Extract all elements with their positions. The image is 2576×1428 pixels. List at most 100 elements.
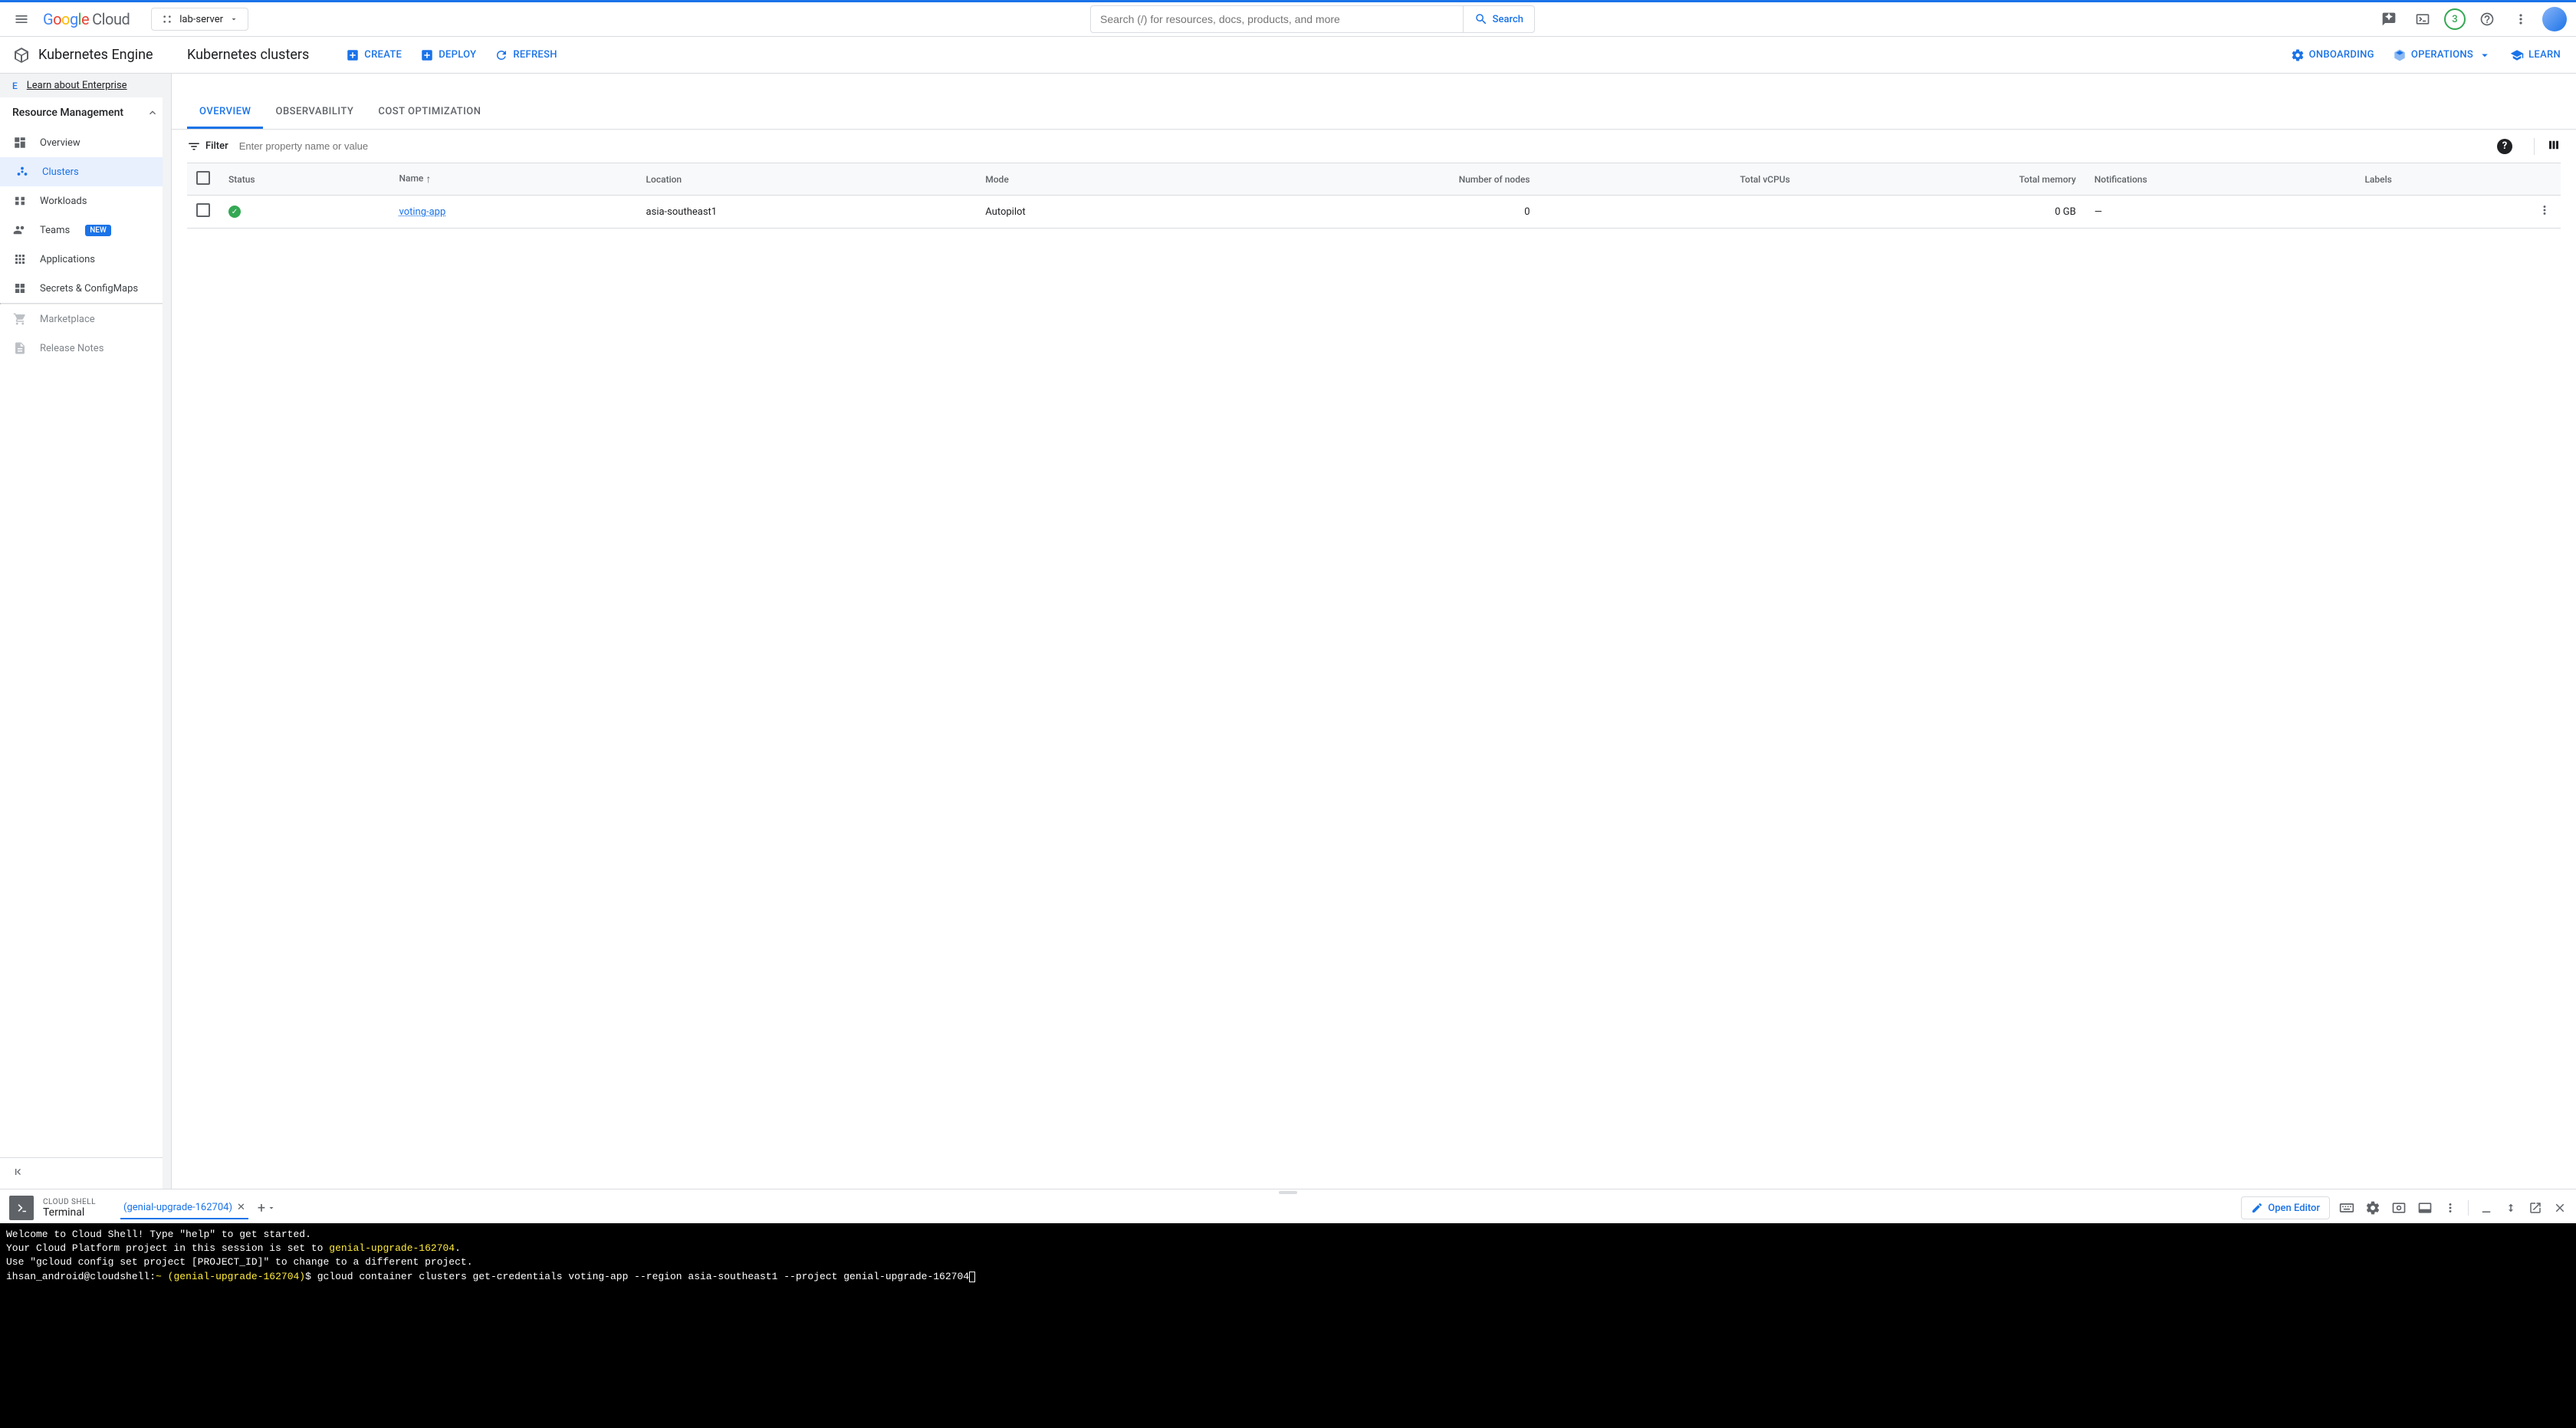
create-button[interactable]: CREATE	[346, 48, 402, 62]
open-editor-button[interactable]: Open Editor	[2241, 1196, 2330, 1219]
sidebar-item-marketplace[interactable]: Marketplace	[0, 304, 171, 334]
cell-location: asia-southeast1	[637, 196, 977, 229]
terminal-resize-handle[interactable]	[0, 1189, 2576, 1196]
avatar[interactable]	[2542, 7, 2567, 31]
add-box-icon	[420, 48, 434, 62]
enterprise-link[interactable]: Learn about Enterprise	[27, 80, 127, 91]
main-content: OVERVIEW OBSERVABILITY COST OPTIMIZATION…	[172, 74, 2576, 1189]
col-labels[interactable]: Labels	[2355, 163, 2528, 196]
web-preview-icon[interactable]	[2391, 1200, 2407, 1216]
sidebar: E Learn about Enterprise Resource Manage…	[0, 74, 172, 1189]
add-tab-button[interactable]: +	[258, 1200, 276, 1216]
learn-icon	[2510, 48, 2524, 62]
cell-memory: 0 GB	[1799, 196, 2085, 229]
apps-icon	[12, 252, 28, 266]
close-tab-icon[interactable]: ✕	[237, 1202, 245, 1213]
onboarding-button[interactable]: ONBOARDING	[2291, 48, 2374, 62]
open-new-window-icon[interactable]	[2528, 1201, 2542, 1215]
col-mode[interactable]: Mode	[976, 163, 1198, 196]
layout-icon[interactable]	[2417, 1200, 2433, 1216]
minimize-icon[interactable]	[2479, 1201, 2493, 1215]
terminal-tab[interactable]: (genial-upgrade-162704) ✕	[120, 1197, 248, 1219]
col-notifications[interactable]: Notifications	[2085, 163, 2356, 196]
status-ok-icon: ✓	[228, 206, 241, 218]
page-title: Kubernetes clusters	[187, 47, 309, 63]
learn-button[interactable]: LEARN	[2510, 48, 2561, 62]
filter-help-icon[interactable]: ?	[2497, 139, 2512, 154]
terminal-body[interactable]: Welcome to Cloud Shell! Type "help" to g…	[0, 1223, 2576, 1428]
more-icon[interactable]	[2509, 7, 2533, 31]
table-row: ✓ voting-app asia-southeast1 Autopilot 0…	[187, 196, 2561, 229]
tab-observability[interactable]: OBSERVABILITY	[263, 97, 366, 129]
dropdown-icon	[229, 15, 238, 24]
trial-badge[interactable]: 3	[2444, 8, 2466, 30]
refresh-icon	[495, 48, 508, 62]
dropdown-icon	[267, 1203, 276, 1212]
hamburger-menu-icon[interactable]	[9, 7, 34, 31]
project-name: lab-server	[179, 14, 223, 25]
deploy-button[interactable]: DEPLOY	[420, 48, 476, 62]
cell-vcpus	[1539, 196, 1799, 229]
filter-icon	[187, 140, 201, 153]
collapse-sidebar-button[interactable]	[0, 1157, 171, 1189]
refresh-button[interactable]: REFRESH	[495, 48, 557, 62]
sidebar-item-secrets[interactable]: Secrets & ConfigMaps	[0, 274, 171, 303]
cell-labels	[2355, 196, 2528, 229]
dropdown-icon	[2478, 48, 2492, 62]
search-box[interactable]: Search	[1090, 5, 1535, 33]
sidebar-item-overview[interactable]: Overview	[0, 128, 171, 157]
sidebar-item-clusters[interactable]: Clusters	[0, 157, 171, 186]
row-checkbox[interactable]	[196, 203, 210, 217]
sidebar-item-workloads[interactable]: Workloads	[0, 186, 171, 216]
sort-arrow-icon: ↑	[426, 173, 431, 186]
teams-icon	[12, 223, 28, 237]
operations-button[interactable]: OPERATIONS	[2393, 48, 2492, 62]
add-box-icon	[346, 48, 360, 62]
tab-cost-optimization[interactable]: COST OPTIMIZATION	[366, 97, 493, 129]
search-button[interactable]: Search	[1463, 6, 1534, 32]
more-icon[interactable]	[2443, 1201, 2457, 1215]
google-cloud-logo[interactable]: Google Cloud	[43, 10, 130, 28]
sidebar-item-release-notes[interactable]: Release Notes	[0, 334, 171, 363]
search-input[interactable]	[1091, 13, 1463, 25]
col-location[interactable]: Location	[637, 163, 977, 196]
operations-icon	[2393, 48, 2407, 62]
marketplace-icon	[12, 312, 28, 326]
col-vcpus[interactable]: Total vCPUs	[1539, 163, 1799, 196]
cluster-table: Status Name ↑ Location Mode Number of no…	[187, 163, 2561, 229]
col-memory[interactable]: Total memory	[1799, 163, 2085, 196]
settings-icon[interactable]	[2365, 1200, 2380, 1216]
close-icon[interactable]	[2553, 1201, 2567, 1215]
new-badge: NEW	[85, 225, 111, 236]
filter-input[interactable]	[235, 136, 2491, 156]
filter-label[interactable]: Filter	[187, 140, 228, 153]
workloads-icon	[12, 194, 28, 208]
sidebar-item-teams[interactable]: Teams NEW	[0, 216, 171, 245]
col-status[interactable]: Status	[219, 163, 390, 196]
project-selector[interactable]: lab-server	[151, 8, 248, 31]
scrollbar[interactable]	[163, 74, 171, 1189]
row-more-icon[interactable]	[2538, 203, 2551, 217]
column-selector-icon[interactable]	[2534, 138, 2561, 155]
enterprise-banner[interactable]: E Learn about Enterprise	[0, 74, 171, 97]
clusters-icon	[15, 165, 30, 179]
sidebar-section-resource-mgmt[interactable]: Resource Management	[0, 97, 171, 128]
tab-overview[interactable]: OVERVIEW	[187, 97, 263, 129]
help-icon[interactable]	[2475, 7, 2499, 31]
keyboard-icon[interactable]	[2339, 1200, 2354, 1216]
overview-icon	[12, 136, 28, 150]
pencil-icon	[2251, 1202, 2263, 1214]
select-all-checkbox[interactable]	[196, 171, 210, 185]
gke-icon	[12, 46, 31, 64]
product-title: Kubernetes Engine	[38, 47, 153, 63]
col-nodes[interactable]: Number of nodes	[1198, 163, 1539, 196]
col-name[interactable]: Name ↑	[390, 163, 637, 196]
release-notes-icon	[12, 341, 28, 355]
cell-notifications: —	[2085, 196, 2356, 229]
sidebar-item-applications[interactable]: Applications	[0, 245, 171, 274]
search-icon	[1474, 12, 1488, 26]
cluster-name-link[interactable]: voting-app	[399, 206, 446, 218]
fullscreen-icon[interactable]	[2504, 1201, 2518, 1215]
cloud-shell-icon[interactable]	[2410, 7, 2435, 31]
gemini-icon[interactable]	[2377, 7, 2401, 31]
